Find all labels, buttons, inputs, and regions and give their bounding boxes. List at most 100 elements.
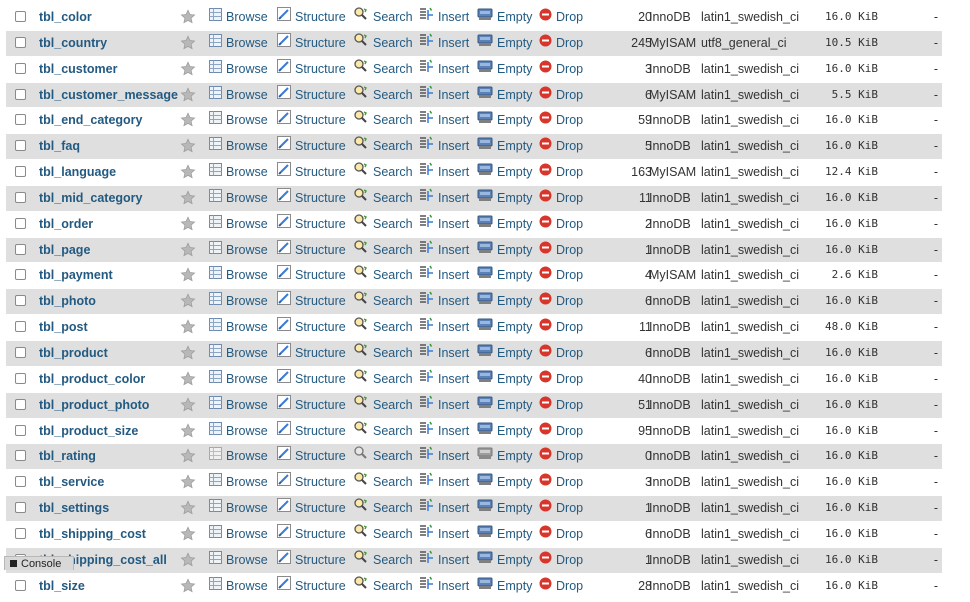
row-checkbox[interactable] <box>15 450 26 462</box>
row-checkbox[interactable] <box>15 398 26 410</box>
insert-action[interactable]: Insert <box>419 186 469 210</box>
empty-action[interactable]: Empty <box>477 444 532 468</box>
structure-action[interactable]: Structure <box>277 160 346 184</box>
search-action[interactable]: Search <box>354 108 413 132</box>
search-action[interactable]: Search <box>354 238 413 262</box>
browse-action[interactable]: Browse <box>209 393 268 417</box>
search-action[interactable]: Search <box>354 57 413 81</box>
row-checkbox[interactable] <box>15 476 26 488</box>
row-checkbox[interactable] <box>15 114 26 126</box>
browse-action[interactable]: Browse <box>209 470 268 494</box>
search-action[interactable]: Search <box>354 419 413 443</box>
favorite-star-icon[interactable] <box>180 552 196 568</box>
empty-action[interactable]: Empty <box>477 186 532 210</box>
favorite-star-icon[interactable] <box>180 526 196 542</box>
row-checkbox[interactable] <box>15 166 26 178</box>
insert-action[interactable]: Insert <box>419 108 469 132</box>
structure-action[interactable]: Structure <box>277 470 346 494</box>
structure-action[interactable]: Structure <box>277 134 346 158</box>
browse-action[interactable]: Browse <box>209 83 268 107</box>
row-checkbox[interactable] <box>15 62 26 74</box>
search-action[interactable]: Search <box>354 548 413 572</box>
drop-action[interactable]: Drop <box>539 522 583 546</box>
browse-action[interactable]: Browse <box>209 548 268 572</box>
insert-action[interactable]: Insert <box>419 393 469 417</box>
insert-action[interactable]: Insert <box>419 83 469 107</box>
browse-action[interactable]: Browse <box>209 419 268 443</box>
table-name-link[interactable]: tbl_language <box>39 160 116 184</box>
search-action[interactable]: Search <box>354 444 413 468</box>
structure-action[interactable]: Structure <box>277 289 346 313</box>
table-name-link[interactable]: tbl_customer_message <box>39 83 178 107</box>
browse-action[interactable]: Browse <box>209 315 268 339</box>
table-name-link[interactable]: tbl_faq <box>39 134 80 158</box>
structure-action[interactable]: Structure <box>277 238 346 262</box>
favorite-star-icon[interactable] <box>180 448 196 464</box>
table-name-link[interactable]: tbl_product_color <box>39 367 145 391</box>
favorite-star-icon[interactable] <box>180 293 196 309</box>
drop-action[interactable]: Drop <box>539 548 583 572</box>
drop-action[interactable]: Drop <box>539 83 583 107</box>
empty-action[interactable]: Empty <box>477 134 532 158</box>
search-action[interactable]: Search <box>354 134 413 158</box>
insert-action[interactable]: Insert <box>419 548 469 572</box>
drop-action[interactable]: Drop <box>539 574 583 598</box>
drop-action[interactable]: Drop <box>539 263 583 287</box>
insert-action[interactable]: Insert <box>419 289 469 313</box>
drop-action[interactable]: Drop <box>539 57 583 81</box>
structure-action[interactable]: Structure <box>277 5 346 29</box>
empty-action[interactable]: Empty <box>477 160 532 184</box>
browse-action[interactable]: Browse <box>209 341 268 365</box>
search-action[interactable]: Search <box>354 393 413 417</box>
browse-action[interactable]: Browse <box>209 444 268 468</box>
table-name-link[interactable]: tbl_end_category <box>39 108 143 132</box>
browse-action[interactable]: Browse <box>209 57 268 81</box>
structure-action[interactable]: Structure <box>277 83 346 107</box>
structure-action[interactable]: Structure <box>277 393 346 417</box>
favorite-star-icon[interactable] <box>180 345 196 361</box>
browse-action[interactable]: Browse <box>209 496 268 520</box>
structure-action[interactable]: Structure <box>277 419 346 443</box>
structure-action[interactable]: Structure <box>277 108 346 132</box>
browse-action[interactable]: Browse <box>209 5 268 29</box>
empty-action[interactable]: Empty <box>477 83 532 107</box>
favorite-star-icon[interactable] <box>180 138 196 154</box>
table-name-link[interactable]: tbl_mid_category <box>39 186 143 210</box>
row-checkbox[interactable] <box>15 502 26 514</box>
drop-action[interactable]: Drop <box>539 186 583 210</box>
insert-action[interactable]: Insert <box>419 470 469 494</box>
table-name-link[interactable]: tbl_photo <box>39 289 96 313</box>
row-checkbox[interactable] <box>15 191 26 203</box>
favorite-star-icon[interactable] <box>180 500 196 516</box>
insert-action[interactable]: Insert <box>419 444 469 468</box>
favorite-star-icon[interactable] <box>180 319 196 335</box>
drop-action[interactable]: Drop <box>539 160 583 184</box>
structure-action[interactable]: Structure <box>277 341 346 365</box>
empty-action[interactable]: Empty <box>477 470 532 494</box>
table-name-link[interactable]: tbl_service <box>39 470 104 494</box>
drop-action[interactable]: Drop <box>539 238 583 262</box>
insert-action[interactable]: Insert <box>419 574 469 598</box>
empty-action[interactable]: Empty <box>477 419 532 443</box>
browse-action[interactable]: Browse <box>209 31 268 55</box>
structure-action[interactable]: Structure <box>277 31 346 55</box>
console-tab[interactable]: Console <box>4 556 74 570</box>
structure-action[interactable]: Structure <box>277 444 346 468</box>
table-name-link[interactable]: tbl_page <box>39 238 90 262</box>
table-name-link[interactable]: tbl_shipping_cost <box>39 522 146 546</box>
structure-action[interactable]: Structure <box>277 496 346 520</box>
structure-action[interactable]: Structure <box>277 57 346 81</box>
row-checkbox[interactable] <box>15 269 26 281</box>
insert-action[interactable]: Insert <box>419 263 469 287</box>
search-action[interactable]: Search <box>354 263 413 287</box>
browse-action[interactable]: Browse <box>209 289 268 313</box>
search-action[interactable]: Search <box>354 341 413 365</box>
insert-action[interactable]: Insert <box>419 5 469 29</box>
browse-action[interactable]: Browse <box>209 238 268 262</box>
drop-action[interactable]: Drop <box>539 496 583 520</box>
search-action[interactable]: Search <box>354 367 413 391</box>
empty-action[interactable]: Empty <box>477 393 532 417</box>
browse-action[interactable]: Browse <box>209 263 268 287</box>
favorite-star-icon[interactable] <box>180 241 196 258</box>
insert-action[interactable]: Insert <box>419 31 469 55</box>
